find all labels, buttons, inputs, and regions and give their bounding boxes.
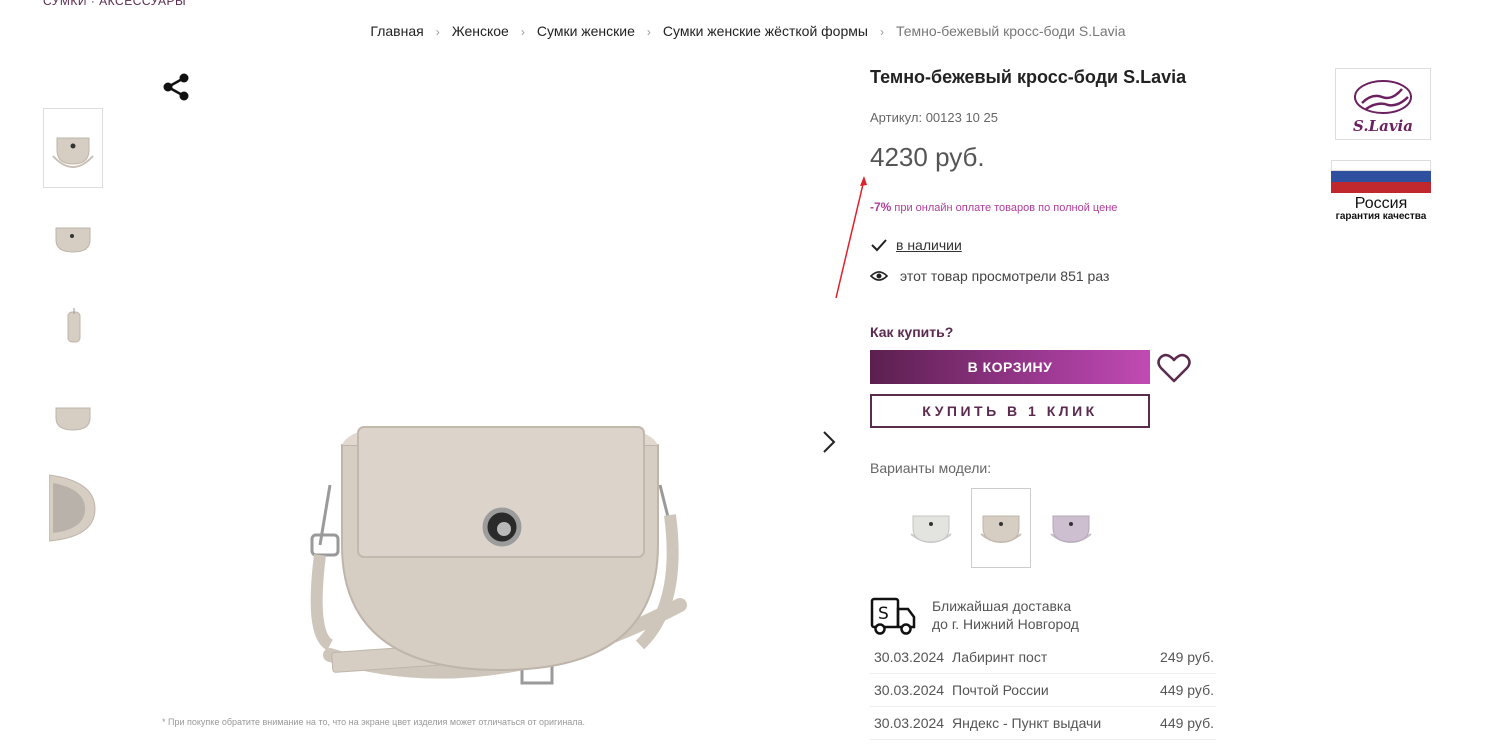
thumbnail-back[interactable] (43, 378, 103, 458)
quality-guarantee: гарантия качества (1335, 211, 1427, 222)
delivery-service: Яндекс - Пункт выдачи (952, 715, 1102, 731)
delivery-truck-icon: S (870, 597, 916, 635)
thumbnail-angle[interactable] (43, 198, 103, 278)
eye-icon (870, 271, 888, 281)
breadcrumb-separator: › (646, 25, 651, 39)
thumbnail-gallery (43, 108, 103, 558)
variants-label: Варианты модели: (870, 460, 992, 476)
discount-percent: -7% (870, 200, 892, 214)
flag-stripe-blue (1331, 171, 1431, 182)
horse-emblem-icon (1354, 80, 1412, 114)
heart-icon[interactable] (1157, 352, 1191, 384)
view-count: этот товар просмотрели 851 раз (870, 268, 1109, 284)
chevron-right-icon[interactable] (818, 428, 842, 456)
breadcrumb: Главная › Женское › Сумки женские › Сумки женс… (0, 23, 1496, 39)
variant-lavender[interactable] (1041, 488, 1101, 568)
check-icon (871, 239, 887, 252)
brand-tagline: СУМКИ · АКСЕССУАРЫ (43, 0, 187, 8)
breadcrumb-women[interactable]: Женское (452, 23, 509, 39)
product-title: Темно-бежевый кросс-боди S.Lavia (870, 67, 1187, 87)
origin-country: Россия (1354, 195, 1408, 212)
thumbnail-inside[interactable] (43, 468, 103, 548)
delivery-title: Ближайшая доставка (932, 598, 1072, 614)
delivery-row: 30.03.2024 Лабиринт пост 249 руб. (870, 641, 1216, 674)
delivery-price: 449 руб. (1160, 682, 1214, 698)
color-disclaimer: * При покупке обратите внимание на то, ч… (162, 717, 586, 727)
discount-text: при онлайн оплате товаров по полной цене (894, 202, 1118, 214)
thumbnail-front[interactable] (43, 108, 103, 188)
product-price: 4230 руб. (870, 142, 985, 172)
delivery-header: S Ближайшая доставка до г. Нижний Новгор… (870, 597, 1079, 637)
annotation-arrow (835, 176, 867, 299)
how-to-buy-link[interactable]: Как купить? (870, 324, 953, 340)
product-main-image (310, 426, 687, 685)
breadcrumb-womens-bags[interactable]: Сумки женские (537, 23, 635, 39)
delivery-service: Почтой России (952, 682, 1049, 698)
thumbnail-side[interactable] (43, 288, 103, 368)
view-count-text: этот товар просмотрели 851 раз (900, 268, 1110, 284)
delivery-price: 249 руб. (1160, 649, 1214, 665)
brand-logo[interactable]: S.Lavia (1335, 68, 1431, 140)
delivery-price: 449 руб. (1160, 715, 1214, 731)
buy-one-click-button[interactable]: КУПИТЬ В 1 КЛИК (870, 394, 1150, 428)
stock-link[interactable]: в наличии (896, 237, 962, 253)
delivery-date: 30.03.2024 (874, 682, 945, 698)
origin-badge: Россия гарантия качества (1331, 160, 1431, 222)
delivery-date: 30.03.2024 (874, 715, 945, 731)
add-to-cart-button[interactable]: В КОРЗИНУ (870, 350, 1150, 384)
delivery-city: до г. Нижний Новгород (932, 616, 1079, 632)
delivery-date: 30.03.2024 (874, 649, 945, 665)
flag-stripe-white (1331, 160, 1431, 171)
flag-stripe-red (1331, 182, 1431, 193)
share-icon[interactable] (160, 72, 192, 102)
breadcrumb-current: Темно-бежевый кросс-боди S.Lavia (895, 23, 1126, 39)
delivery-table: 30.03.2024 Лабиринт пост 249 руб. 30.03.… (870, 641, 1216, 740)
product-sku: Артикул: 00123 10 25 (870, 110, 998, 125)
breadcrumb-separator: › (520, 25, 525, 39)
brand-logo-text: S.Lavia (1353, 117, 1413, 135)
variant-dark-beige[interactable] (971, 488, 1031, 568)
breadcrumb-separator: › (879, 25, 884, 39)
delivery-row: 30.03.2024 Яндекс - Пункт выдачи 449 руб… (870, 707, 1216, 740)
breadcrumb-hard-bags[interactable]: Сумки женские жёсткой формы (663, 23, 868, 39)
delivery-row: 30.03.2024 Почтой России 449 руб. (870, 674, 1216, 707)
variant-list (901, 488, 1101, 568)
svg-text:S: S (878, 604, 889, 624)
stock-status: в наличии (870, 237, 962, 253)
breadcrumb-separator: › (435, 25, 440, 39)
online-discount: -7% при онлайн оплате товаров по полной … (870, 200, 1117, 214)
delivery-service: Лабиринт пост (952, 649, 1048, 665)
breadcrumb-home[interactable]: Главная (370, 23, 423, 39)
variant-light-grey[interactable] (901, 488, 961, 568)
